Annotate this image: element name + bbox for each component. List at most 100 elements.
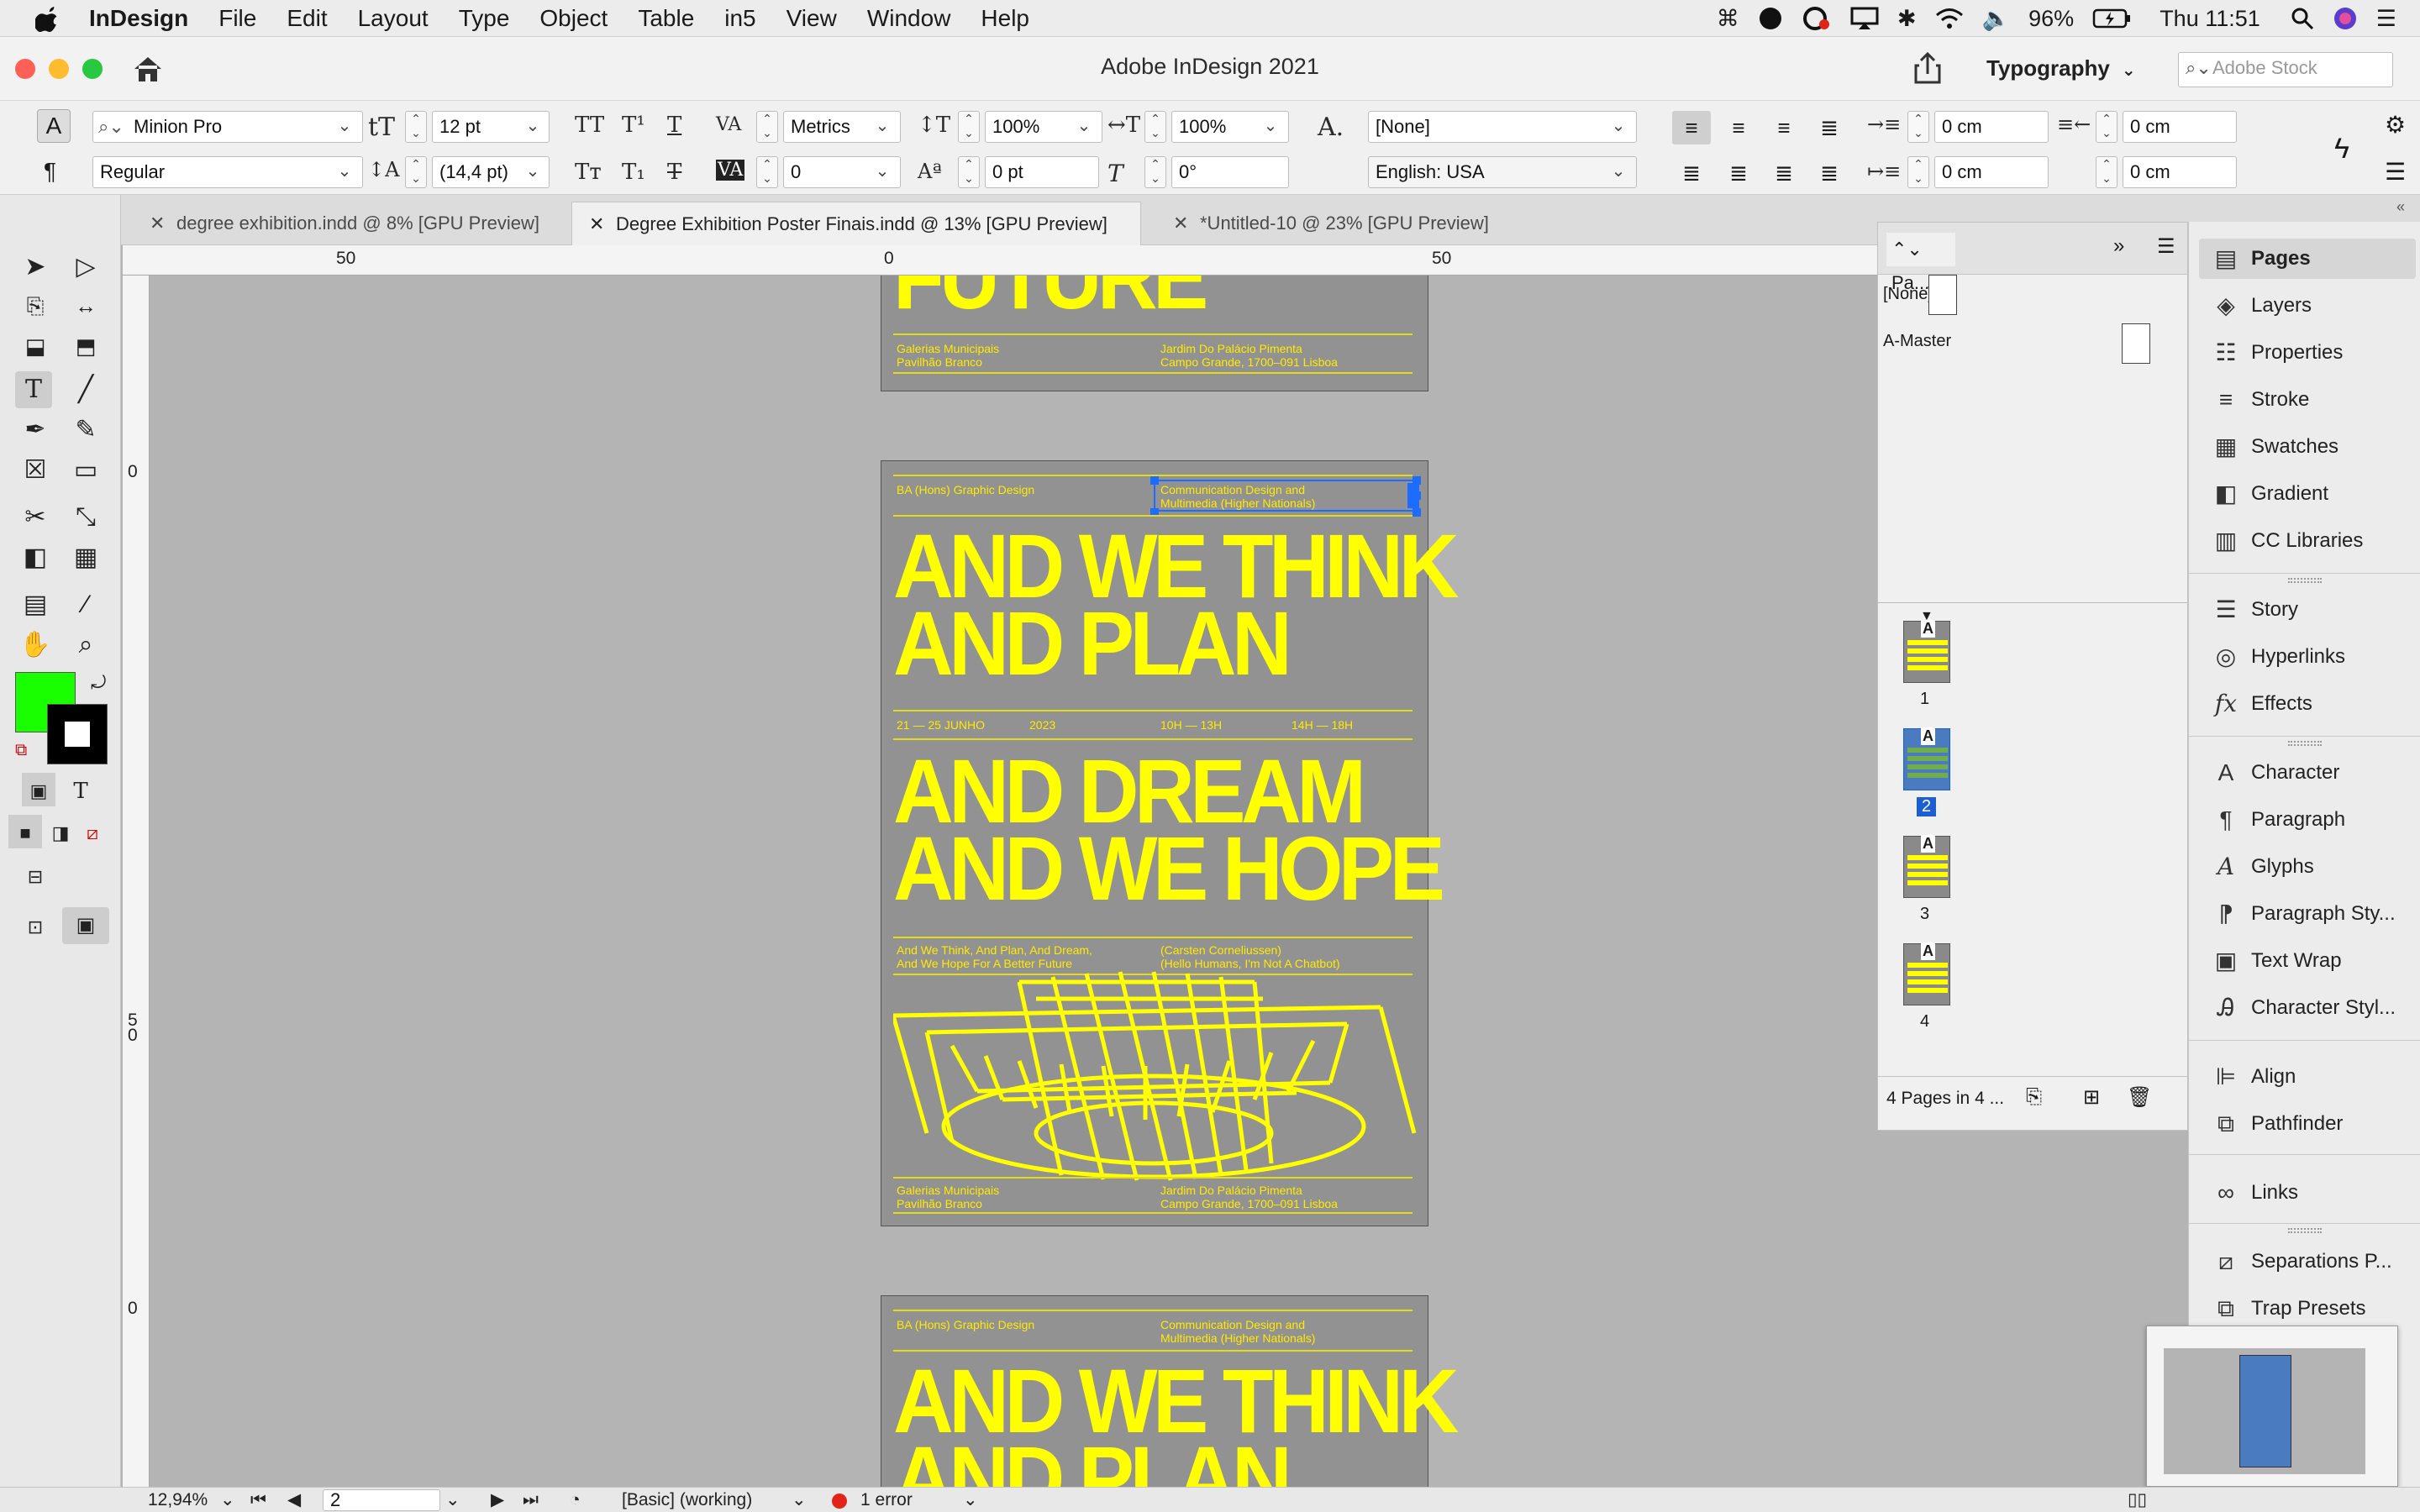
scissors-tool[interactable]: ✂ — [17, 499, 54, 536]
dock-trap-presets[interactable]: ⧉ Trap Presets — [2199, 1289, 2416, 1329]
apply-none-button[interactable]: ⧄ — [74, 815, 111, 852]
page-number-field[interactable]: 2 — [323, 1489, 440, 1511]
close-tab-icon[interactable]: ✕ — [150, 202, 165, 245]
panel-expand-icon[interactable]: » — [2113, 234, 2124, 258]
direct-selection-tool[interactable]: ▷ — [67, 249, 104, 286]
vertical-scale-stepper[interactable]: ⌃ ⌄ — [958, 111, 980, 143]
gap-tool[interactable]: ↔ — [67, 287, 104, 324]
apply-color-button[interactable]: ■ — [8, 815, 42, 848]
dock-align[interactable]: ⊫ Align — [2199, 1057, 2416, 1097]
errors-dropdown-icon[interactable]: ⌄ — [963, 1488, 978, 1512]
wifi-icon[interactable] — [1935, 8, 1964, 29]
horizontal-scale-stepper[interactable]: ⌃ ⌄ — [1144, 111, 1166, 143]
menu-window[interactable]: Window — [867, 5, 951, 32]
justify-all-button[interactable]: ≣ — [1810, 156, 1849, 190]
close-tab-icon[interactable]: ✕ — [589, 202, 604, 246]
page-tool[interactable]: ⎘ — [17, 287, 54, 324]
menu-view[interactable]: View — [786, 5, 837, 32]
left-indent-field[interactable]: 0 cm — [1934, 111, 2049, 143]
document-tab-active[interactable]: ✕ Degree Exhibition Poster Finais.indd @ … — [571, 202, 1141, 245]
formatting-affects-container[interactable]: ▣ — [22, 773, 55, 806]
dock-pages[interactable]: ▤ Pages — [2199, 239, 2416, 279]
paragraph-mode-button[interactable]: ¶ — [44, 158, 56, 185]
horizontal-scale-dropdown[interactable]: ⌄ — [1259, 111, 1282, 143]
dock-links[interactable]: ∞ Links — [2199, 1173, 2416, 1213]
all-caps-button[interactable]: TT — [575, 113, 604, 138]
font-style-field[interactable]: Regular — [92, 156, 363, 188]
align-center-button[interactable]: ≡ — [1719, 111, 1758, 144]
character-style-field[interactable]: [None] — [1368, 111, 1637, 143]
a-master-thumb[interactable] — [2122, 323, 2150, 364]
font-family-dropdown[interactable]: ⌄ — [333, 111, 356, 143]
leading-stepper[interactable]: ⌃ ⌄ — [405, 156, 427, 188]
font-family-field[interactable]: ⌕⌄ Minion Pro — [92, 111, 363, 143]
content-placer-tool[interactable]: ⬒ — [67, 328, 104, 365]
dock-grip[interactable] — [2288, 578, 2322, 583]
font-style-dropdown[interactable]: ⌄ — [333, 156, 356, 188]
line-tool[interactable]: ╱ — [67, 371, 104, 408]
gradient-feather-tool[interactable]: ▦ — [67, 539, 104, 576]
spotlight-icon[interactable] — [2291, 7, 2314, 30]
bluetooth-icon[interactable]: ✱ — [1897, 6, 1917, 32]
pen-tool[interactable]: ✒ — [17, 412, 54, 449]
workspace-switcher[interactable]: Typography ⌄ — [1986, 55, 2136, 81]
menu-table[interactable]: Table — [638, 5, 694, 32]
app-menu[interactable]: InDesign — [89, 5, 188, 32]
new-page-icon[interactable]: ⊞ — [2083, 1085, 2100, 1110]
default-fill-stroke-icon[interactable]: ⧉ — [15, 741, 27, 760]
frame-out-port[interactable] — [1407, 483, 1419, 508]
screen-mode-icon[interactable]: ⊟ — [17, 858, 54, 895]
baseline-shift-stepper[interactable]: ⌃ ⌄ — [958, 156, 980, 188]
last-line-indent-field[interactable]: 0 cm — [2123, 156, 2237, 188]
stock-search-input[interactable]: ⌕⌄ Adobe Stock — [2178, 52, 2393, 87]
dock-story[interactable]: ☰ Story — [2199, 590, 2416, 630]
formatting-affects-text[interactable]: T — [62, 773, 99, 810]
font-size-stepper[interactable]: ⌃ ⌄ — [405, 111, 427, 143]
last-page-button[interactable]: ⏭ — [523, 1488, 539, 1512]
hand-tool[interactable]: ✋ — [17, 627, 54, 664]
pencil-tool[interactable]: ✎ — [67, 412, 104, 449]
content-collector-tool[interactable]: ⬓ — [17, 328, 54, 365]
character-mode-button[interactable]: A — [37, 109, 71, 143]
swap-fill-stroke-icon[interactable]: ⤾ — [91, 672, 106, 694]
selection-tool[interactable]: ➤ — [17, 249, 54, 286]
align-towards-spine-button[interactable]: ≣ — [1810, 111, 1849, 144]
baseline-shift-field[interactable]: 0 pt — [985, 156, 1099, 188]
cc-sync-icon[interactable] — [1802, 6, 1832, 31]
free-transform-tool[interactable]: ⤡ — [67, 499, 104, 536]
control-center-icon[interactable]: ☰ — [2376, 6, 2396, 32]
menu-layout[interactable]: Layout — [358, 5, 429, 32]
view-mode-icon[interactable]: ⊡ — [17, 909, 54, 946]
page-thumb-2[interactable]: A — [1903, 727, 1950, 790]
right-indent-stepper[interactable]: ⌃ ⌄ — [2096, 111, 2118, 143]
preflight-icon[interactable]: ◔ — [570, 1488, 581, 1512]
first-page-button[interactable]: ⏮ — [250, 1488, 266, 1512]
note-tool[interactable]: ▤ — [17, 586, 54, 623]
preflight-profile[interactable]: [Basic] (working) — [622, 1488, 752, 1512]
collapse-right-icon[interactable]: « — [2396, 198, 2405, 216]
menu-object[interactable]: Object — [539, 5, 608, 32]
tracking-stepper[interactable]: ⌃ ⌄ — [756, 156, 778, 188]
navigator-thumbnail[interactable] — [2146, 1326, 2398, 1487]
menu-file[interactable]: File — [218, 5, 256, 32]
normal-view-button[interactable]: ▣ — [62, 907, 109, 944]
menu-help[interactable]: Help — [981, 5, 1029, 32]
page-dropdown-icon[interactable]: ⌄ — [445, 1488, 460, 1512]
dock-swatches[interactable]: ▦ Swatches — [2199, 427, 2416, 467]
panel-menu-icon[interactable]: ☰ — [2157, 234, 2175, 259]
align-right-button[interactable]: ≡ — [1765, 111, 1803, 144]
pasteboard[interactable]: FUTURE Galerias Municipais Pavilhão Bran… — [150, 276, 1877, 1487]
share-icon[interactable] — [1912, 51, 1943, 86]
airplay-icon[interactable] — [1850, 7, 1879, 30]
page-2-poster[interactable]: BA (Hons) Graphic Design Communication D… — [881, 460, 1459, 1226]
open-book-icon[interactable]: ▯▯ — [2128, 1488, 2147, 1512]
panel-menu-icon[interactable]: ☰ — [2385, 158, 2406, 186]
stroke-swatch[interactable] — [47, 704, 108, 764]
language-field[interactable]: English: USA — [1368, 156, 1637, 188]
justify-center-button[interactable]: ≣ — [1719, 156, 1758, 190]
dock-character-styles[interactable]: Ꭿ Character Styl... — [2199, 988, 2416, 1028]
page-number-2-selected[interactable]: 2 — [1917, 797, 1937, 816]
dock-cc-libraries[interactable]: ▥ CC Libraries — [2199, 521, 2416, 561]
previous-page-button[interactable]: ◀ — [287, 1488, 301, 1512]
page-size-icon[interactable]: ⎘ — [2026, 1085, 2042, 1109]
